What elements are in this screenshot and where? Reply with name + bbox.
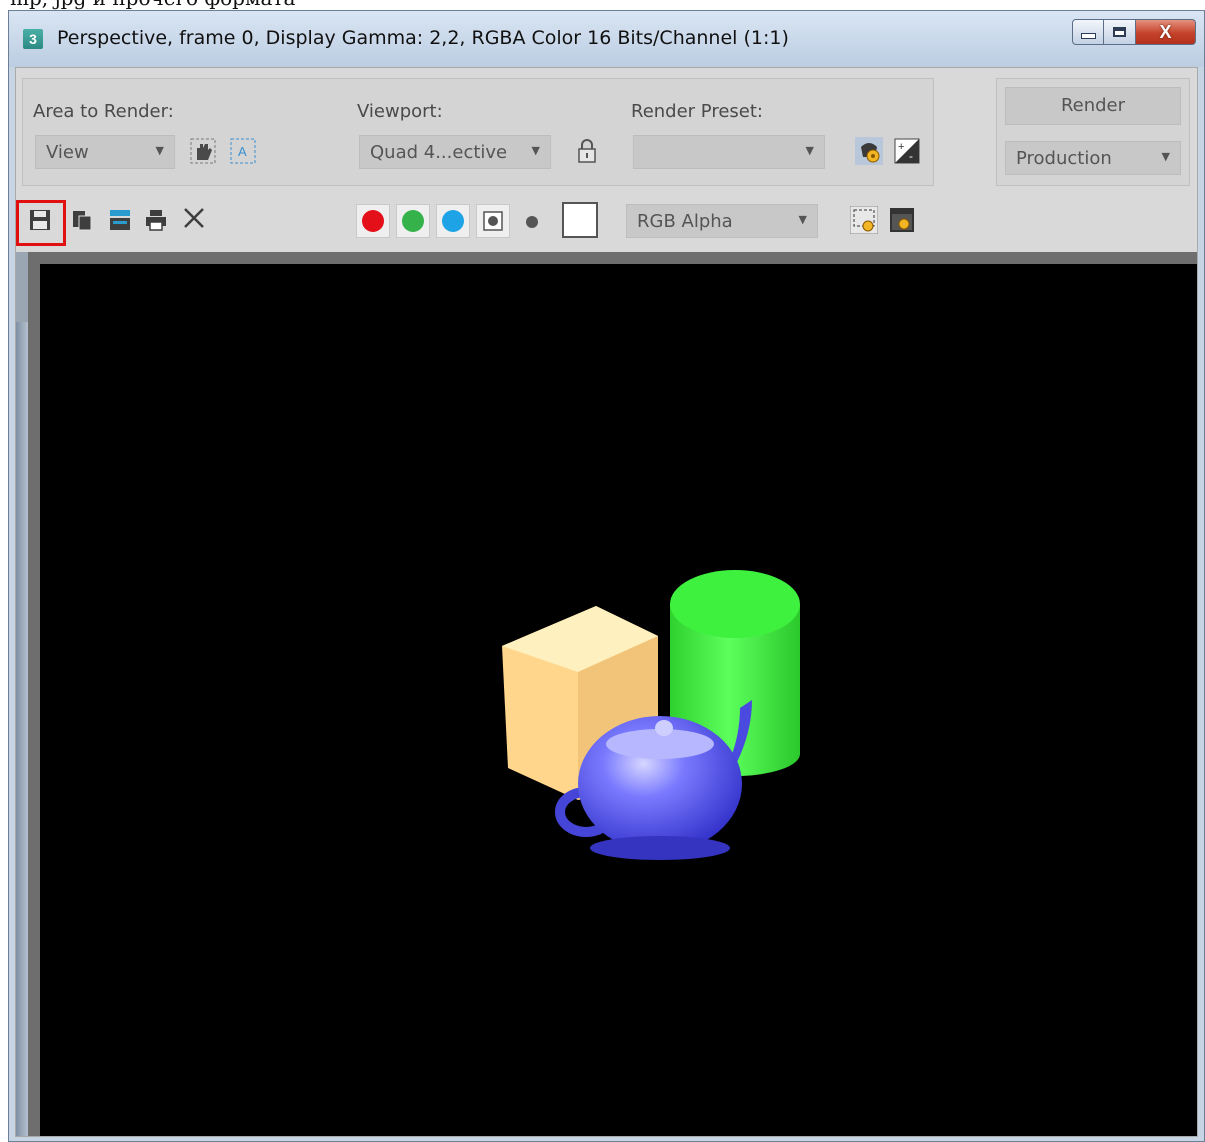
render-settings-panel: Area to Render: View ▼ A Viewport: Quad … bbox=[22, 78, 934, 186]
chevron-down-icon: ▼ bbox=[155, 144, 164, 157]
environment-effects-button[interactable]: + - bbox=[893, 137, 921, 165]
production-dropdown[interactable]: Production ▼ bbox=[1005, 141, 1181, 175]
render-button[interactable]: Render bbox=[1005, 87, 1181, 125]
green-channel-toggle[interactable] bbox=[396, 204, 430, 238]
printer-icon bbox=[146, 210, 166, 231]
svg-text:+: + bbox=[898, 141, 904, 153]
overlay-toggle-icon bbox=[850, 206, 878, 234]
hand-region-icon bbox=[190, 138, 216, 164]
minimize-button[interactable] bbox=[1072, 19, 1104, 45]
viewport-value: Quad 4...ective bbox=[370, 142, 508, 163]
maximize-icon bbox=[1113, 27, 1126, 37]
viewport-label: Viewport: bbox=[357, 101, 443, 122]
title-bar[interactable]: 3 Perspective, frame 0, Display Gamma: 2… bbox=[9, 11, 1204, 67]
cropped-caption: mp, jpg и прочего формата bbox=[10, 0, 295, 10]
rendered-image bbox=[40, 264, 1197, 1136]
floppy-disk-icon bbox=[30, 210, 50, 230]
app-logo-icon[interactable]: 3 bbox=[23, 29, 43, 49]
copy-image-button[interactable] bbox=[68, 206, 96, 234]
blue-channel-toggle[interactable] bbox=[436, 204, 470, 238]
red-channel-toggle[interactable] bbox=[356, 204, 390, 238]
clone-frame-button[interactable] bbox=[106, 206, 134, 234]
close-button[interactable]: X bbox=[1136, 19, 1196, 45]
window-eye-icon bbox=[890, 208, 914, 232]
area-to-render-label: Area to Render: bbox=[33, 101, 174, 122]
copy-icon bbox=[73, 211, 92, 231]
teapot-gear-icon bbox=[855, 137, 883, 165]
vertical-scrollbar[interactable] bbox=[16, 252, 28, 1136]
viewport-dropdown[interactable]: Quad 4...ective ▼ bbox=[359, 135, 551, 169]
alpha-channel-icon bbox=[483, 211, 503, 231]
blue-channel-dot bbox=[442, 210, 464, 232]
maximize-button[interactable] bbox=[1104, 19, 1136, 45]
green-channel-dot bbox=[402, 210, 424, 232]
red-channel-dot bbox=[362, 210, 384, 232]
rendered-scene bbox=[502, 570, 800, 860]
chevron-down-icon: ▼ bbox=[805, 144, 814, 157]
chevron-down-icon: ▼ bbox=[798, 213, 807, 226]
lock-viewport-button[interactable] bbox=[573, 137, 601, 165]
clear-image-button[interactable] bbox=[180, 204, 208, 232]
window-title: Perspective, frame 0, Display Gamma: 2,2… bbox=[57, 27, 789, 49]
top-cropped-text: mp, jpg и прочего формата bbox=[0, 0, 1205, 10]
toggle-ui-button[interactable] bbox=[888, 206, 916, 234]
svg-text:-: - bbox=[909, 149, 913, 163]
window-controls: X bbox=[1072, 19, 1196, 47]
display-channel-value: RGB Alpha bbox=[637, 211, 733, 232]
production-value: Production bbox=[1016, 148, 1112, 169]
lock-icon bbox=[578, 139, 596, 163]
render-setup-button[interactable] bbox=[855, 137, 883, 165]
monochrome-button[interactable] bbox=[518, 208, 546, 236]
render-preset-dropdown[interactable]: ▼ bbox=[633, 135, 825, 169]
display-channel-dropdown[interactable]: RGB Alpha ▼ bbox=[626, 204, 818, 238]
clear-x-icon bbox=[184, 208, 204, 228]
svg-text:A: A bbox=[238, 144, 247, 159]
exposure-icon: + - bbox=[894, 138, 920, 164]
save-image-button[interactable] bbox=[26, 206, 54, 234]
area-to-render-dropdown[interactable]: View ▼ bbox=[35, 135, 175, 169]
print-image-button[interactable] bbox=[142, 206, 170, 234]
chevron-down-icon: ▼ bbox=[1161, 150, 1170, 163]
chevron-down-icon: ▼ bbox=[531, 144, 540, 157]
alpha-channel-toggle[interactable] bbox=[476, 204, 510, 238]
monochrome-dot-icon bbox=[526, 216, 538, 228]
render-preset-label: Render Preset: bbox=[631, 101, 763, 122]
close-icon: X bbox=[1159, 21, 1172, 42]
scrollbar-thumb[interactable] bbox=[16, 322, 28, 1136]
rendered-frame-window: 3 Perspective, frame 0, Display Gamma: 2… bbox=[8, 10, 1205, 1142]
edit-region-button[interactable] bbox=[189, 137, 217, 165]
area-to-render-value: View bbox=[46, 142, 89, 163]
frame-display-area bbox=[16, 252, 1197, 1136]
render-panel: Render Production ▼ bbox=[996, 78, 1190, 186]
toggle-ui-overlays-button[interactable] bbox=[850, 206, 878, 234]
frame-toolbar: RGB Alpha ▼ bbox=[16, 190, 1197, 248]
color-swatch[interactable] bbox=[562, 202, 598, 238]
frame-window-client: Area to Render: View ▼ A Viewport: Quad … bbox=[15, 67, 1198, 1137]
clone-window-icon bbox=[110, 210, 130, 230]
auto-region-button[interactable]: A bbox=[229, 137, 257, 165]
auto-region-icon: A bbox=[230, 138, 256, 164]
minimize-icon bbox=[1080, 33, 1096, 39]
